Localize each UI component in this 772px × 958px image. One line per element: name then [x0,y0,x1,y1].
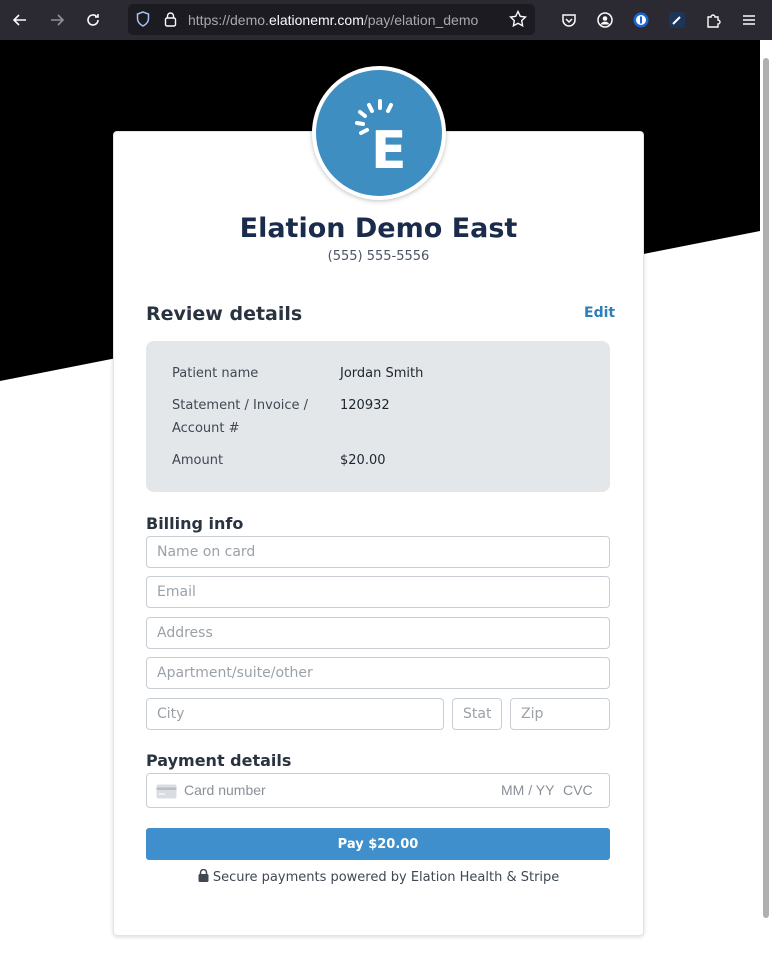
payment-details-title: Payment details [146,751,292,770]
review-details-box: Patient name Jordan Smith Statement / In… [146,341,610,492]
password-manager-icon[interactable] [629,8,653,32]
review-details-title: Review details [146,303,303,325]
apartment-input[interactable] [146,657,610,689]
svg-text:E: E [371,121,407,181]
bookmark-star-icon[interactable] [508,9,528,32]
page-viewport: E Elation Demo East (555) 555-5556 Revie… [0,40,760,958]
patient-name-label: Patient name [172,366,259,381]
billing-info-title: Billing info [146,514,244,533]
url-bar[interactable]: https://demo.elationemr.com/pay/elation_… [128,4,535,35]
secure-payments-note: Secure payments powered by Elation Healt… [113,868,644,885]
account-number-value: 120932 [340,398,390,413]
cvc-placeholder[interactable]: CVC [563,782,593,798]
scrollbar-thumb[interactable] [763,58,769,918]
amount-label: Amount [172,453,224,468]
scrollbar[interactable] [760,40,772,958]
city-input[interactable] [146,698,444,730]
expiry-placeholder[interactable]: MM / YY [501,782,554,798]
amount-value: $20.00 [340,453,386,468]
back-icon[interactable] [8,8,32,32]
email-input[interactable] [146,576,610,608]
shield-icon[interactable] [136,11,150,31]
extensions-puzzle-icon[interactable] [701,8,725,32]
account-icon[interactable] [593,8,617,32]
state-input[interactable] [452,698,502,730]
browser-toolbar: https://demo.elationemr.com/pay/elation_… [0,0,772,40]
pocket-icon[interactable] [557,8,581,32]
pay-button[interactable]: Pay $20.00 [146,828,610,860]
credit-card-icon [156,784,177,803]
zip-input[interactable] [510,698,610,730]
menu-icon[interactable] [737,8,761,32]
account-number-label: Statement / Invoice / Account # [172,398,309,436]
lock-icon [198,868,209,882]
reload-icon[interactable] [81,8,105,32]
name-on-card-input[interactable] [146,536,610,568]
practice-phone: (555) 555-5556 [327,249,430,264]
forward-icon[interactable] [45,8,69,32]
lock-icon[interactable] [164,11,177,31]
elation-logo-icon: E [355,99,407,181]
url-text[interactable]: https://demo.elationemr.com/pay/elation_… [188,12,478,28]
address-input[interactable] [146,617,610,649]
card-input[interactable]: Card number MM / YY CVC [146,773,610,808]
extension-icon[interactable] [665,8,689,32]
card-number-placeholder[interactable]: Card number [184,782,266,798]
patient-name-value: Jordan Smith [340,366,424,381]
edit-link[interactable]: Edit [584,305,615,321]
practice-logo: E [312,66,446,200]
practice-name: Elation Demo East [239,213,518,244]
